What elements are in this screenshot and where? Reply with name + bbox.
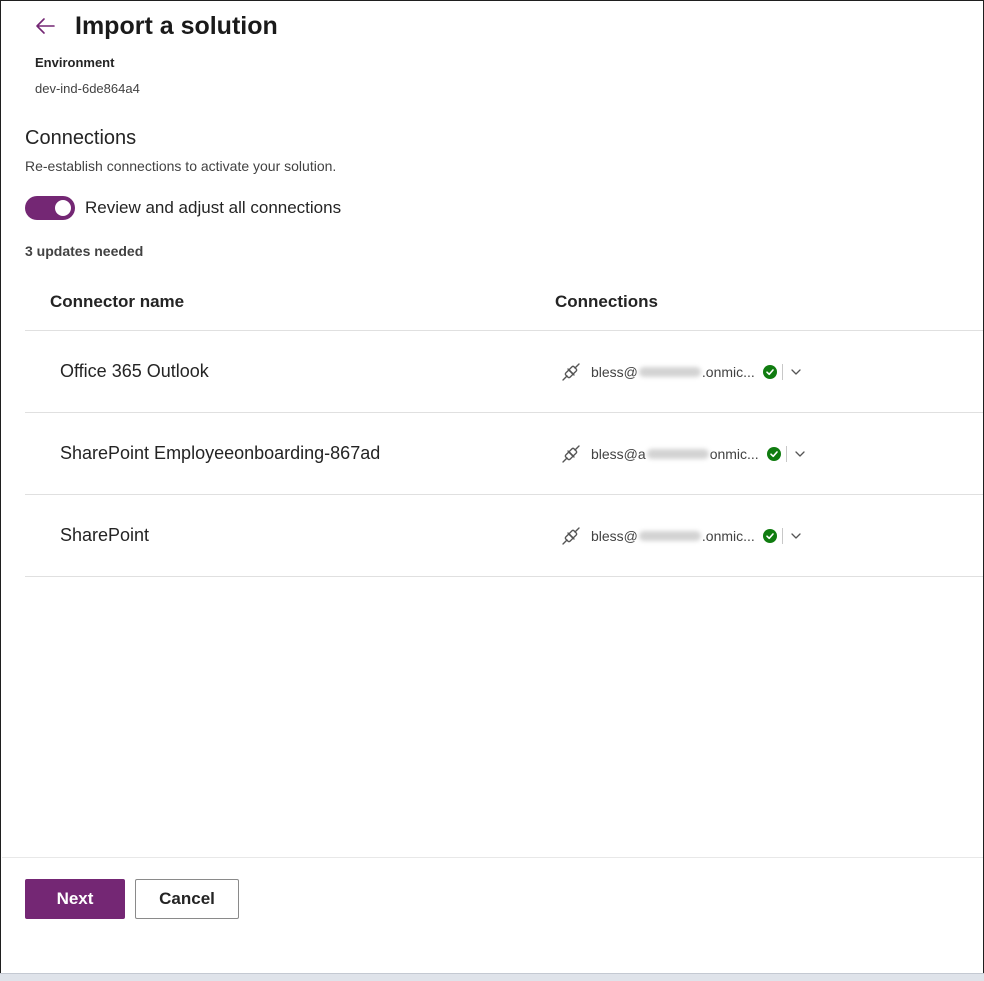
checkmark-circle-icon — [762, 365, 777, 379]
connection-account-suffix: onmic... — [709, 446, 759, 462]
chevron-down-icon[interactable] — [793, 447, 807, 461]
chevron-down-icon[interactable] — [789, 529, 803, 543]
connection-account: bless@a onmic... — [591, 446, 759, 462]
connection-dropdown[interactable]: bless@ .onmic... — [559, 359, 803, 385]
review-connections-toggle[interactable] — [25, 196, 75, 220]
plug-disconnected-icon — [559, 442, 583, 466]
import-solution-panel: Import a solution Environment dev-ind-6d… — [0, 0, 984, 973]
redacted-text — [646, 449, 709, 459]
review-toggle-label: Review and adjust all connections — [85, 198, 342, 217]
environment-label: Environment — [35, 55, 115, 70]
redacted-text — [638, 531, 701, 541]
updates-needed-count: 3 updates needed — [25, 243, 144, 259]
column-header-connector-name: Connector name — [50, 292, 185, 311]
connection-dropdown[interactable]: bless@a onmic... — [559, 441, 807, 467]
connector-name: SharePoint — [60, 525, 150, 545]
connector-name: Office 365 Outlook — [60, 361, 209, 381]
connection-account-prefix: bless@a — [591, 446, 646, 462]
connection-account-prefix: bless@ — [591, 364, 638, 380]
divider — [781, 528, 783, 544]
connection-account-suffix: .onmic... — [701, 528, 755, 544]
connections-title: Connections — [25, 127, 137, 149]
connection-account: bless@ .onmic... — [591, 364, 755, 380]
connector-name: SharePoint Employeeonboarding-867ad — [60, 443, 381, 463]
footer-divider — [2, 857, 983, 858]
environment-value: dev-ind-6de864a4 — [35, 81, 140, 96]
checkmark-circle-icon — [762, 529, 777, 543]
connections-description: Re-establish connections to activate you… — [25, 158, 337, 174]
divider — [785, 446, 787, 462]
page-title: Import a solution — [75, 11, 278, 40]
table-row: SharePoint Employeeonboarding-867ad bles… — [25, 413, 983, 495]
table-header: Connector name Connections — [25, 277, 983, 331]
divider — [781, 364, 783, 380]
cancel-button[interactable]: Cancel — [135, 879, 239, 919]
back-button[interactable] — [31, 12, 59, 40]
next-button[interactable]: Next — [25, 879, 125, 919]
redacted-text — [638, 367, 701, 377]
connection-dropdown[interactable]: bless@ .onmic... — [559, 523, 803, 549]
connections-table: Connector name Connections Office 365 Ou… — [25, 277, 983, 577]
plug-disconnected-icon — [559, 524, 583, 548]
page-header: Import a solution — [31, 7, 278, 45]
review-toggle-row: Review and adjust all connections — [25, 196, 341, 220]
connection-account-suffix: .onmic... — [701, 364, 755, 380]
arrow-left-icon — [36, 18, 55, 34]
column-header-connections: Connections — [555, 292, 658, 311]
connection-account: bless@ .onmic... — [591, 528, 755, 544]
chevron-down-icon[interactable] — [789, 365, 803, 379]
plug-disconnected-icon — [559, 360, 583, 384]
table-row: SharePoint bless@ .onmic... — [25, 495, 983, 577]
connection-account-prefix: bless@ — [591, 528, 638, 544]
toggle-knob — [55, 200, 71, 216]
table-row: Office 365 Outlook bless@ .onmic... — [25, 331, 983, 413]
checkmark-circle-icon — [766, 447, 781, 461]
